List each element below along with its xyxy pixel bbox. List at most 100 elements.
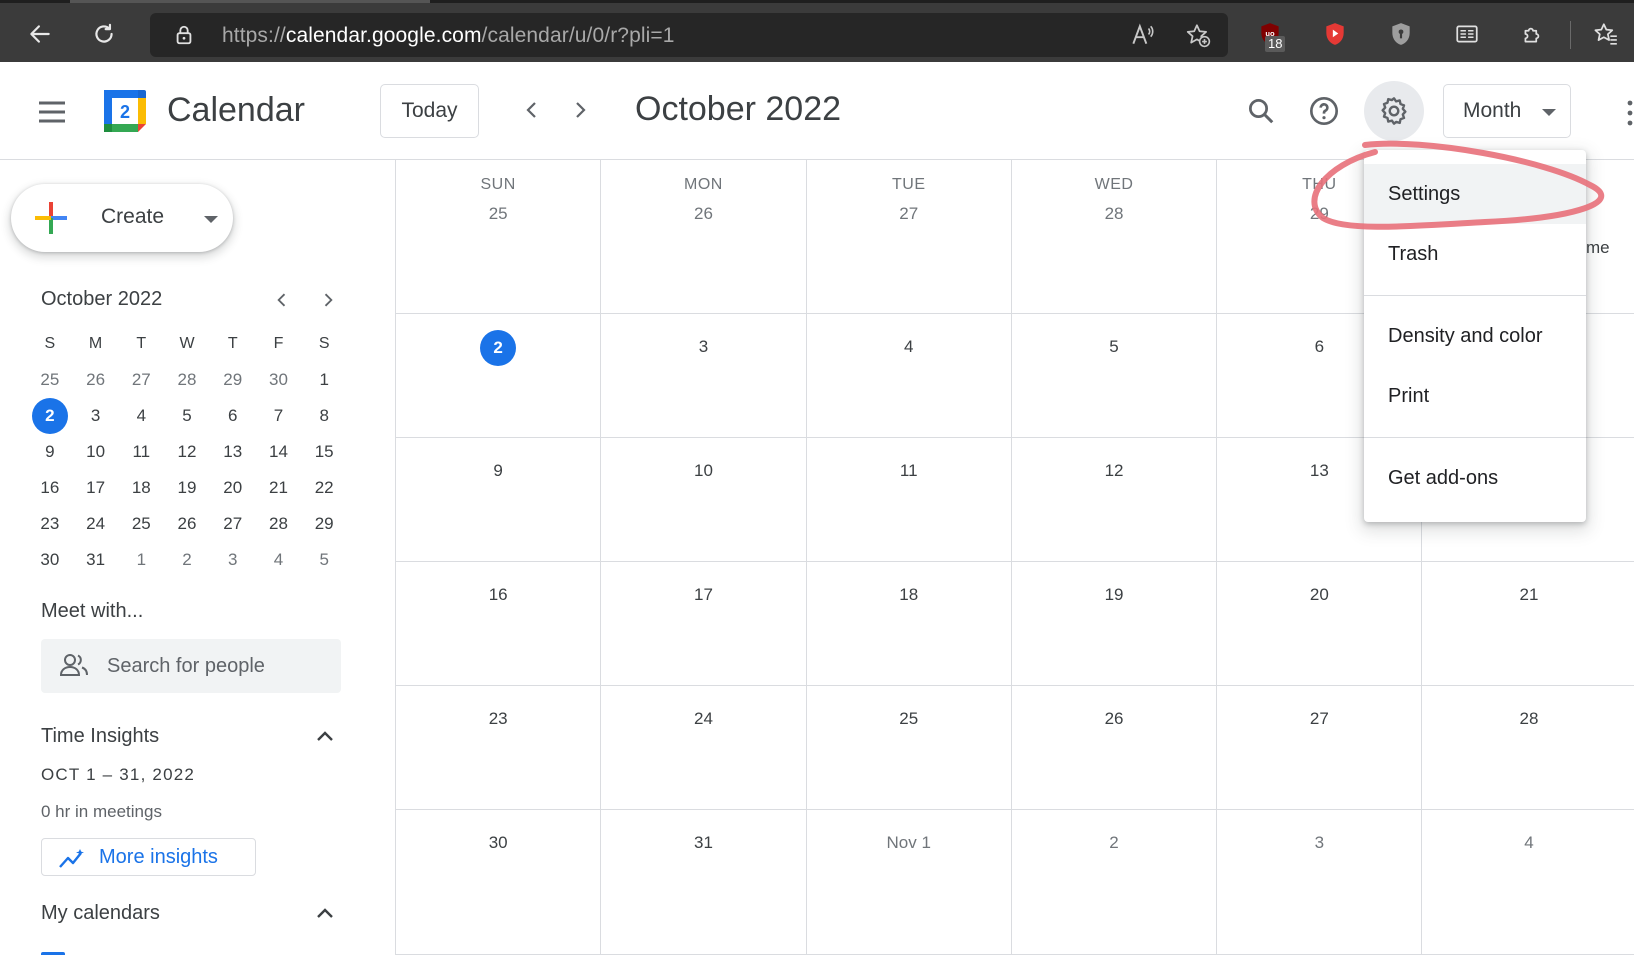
mini-day[interactable]: 5	[301, 542, 347, 578]
day-number[interactable]: 4	[1422, 833, 1634, 853]
day-number[interactable]: 25	[807, 709, 1011, 729]
mini-day[interactable]: 27	[210, 506, 256, 542]
shield-extension-icon[interactable]	[1317, 16, 1353, 52]
mini-day[interactable]: 17	[73, 470, 119, 506]
mini-day[interactable]: 27	[118, 362, 164, 398]
day-number[interactable]: 23	[396, 709, 600, 729]
menu-item-print[interactable]: Print	[1364, 366, 1586, 426]
day-cell[interactable]: 12	[1012, 438, 1218, 561]
prev-month-chevron-left-icon[interactable]	[516, 94, 548, 126]
mini-day[interactable]: 26	[164, 506, 210, 542]
day-cell[interactable]: 2	[1012, 810, 1218, 954]
mini-day[interactable]: 14	[256, 434, 302, 470]
day-number[interactable]: 24	[601, 709, 805, 729]
day-cell[interactable]: 11	[807, 438, 1012, 561]
address-bar[interactable]: https://calendar.google.com/calendar/u/0…	[150, 13, 1228, 57]
mini-day[interactable]: 31	[73, 542, 119, 578]
mini-day[interactable]: 11	[118, 434, 164, 470]
mini-day[interactable]: 16	[27, 470, 73, 506]
day-cell[interactable]: TUE 27	[807, 160, 1012, 313]
mini-day[interactable]: 9	[27, 434, 73, 470]
mini-day[interactable]: 4	[256, 542, 302, 578]
day-cell[interactable]: 19	[1012, 562, 1218, 685]
day-number[interactable]: 19	[1012, 585, 1216, 605]
day-cell[interactable]: 17	[601, 562, 807, 685]
day-number[interactable]: 31	[601, 833, 805, 853]
day-cell[interactable]: 25	[807, 686, 1012, 809]
day-cell[interactable]: 2	[396, 314, 602, 437]
mini-day[interactable]: 29	[301, 506, 347, 542]
menu-item-trash[interactable]: Trash	[1364, 224, 1586, 284]
day-cell[interactable]: 9	[396, 438, 602, 561]
day-number[interactable]: 2	[1012, 833, 1216, 853]
reader-view-icon[interactable]	[1449, 16, 1485, 52]
day-cell[interactable]: 31	[601, 810, 807, 954]
lock-icon[interactable]	[166, 17, 202, 53]
mini-day[interactable]: 22	[301, 470, 347, 506]
day-number[interactable]: 26	[1012, 709, 1216, 729]
day-cell[interactable]: SUN 25	[396, 160, 602, 313]
day-cell[interactable]: WED 28	[1012, 160, 1218, 313]
day-cell[interactable]: 16	[396, 562, 602, 685]
day-cell[interactable]: MON 26	[601, 160, 807, 313]
mini-day[interactable]: 3	[73, 398, 119, 434]
mini-day[interactable]: 3	[210, 542, 256, 578]
day-number[interactable]: 27	[1217, 709, 1421, 729]
more-options-icon[interactable]	[1626, 98, 1634, 128]
search-icon[interactable]	[1240, 90, 1282, 132]
collapse-my-calendars-chevron-up-icon[interactable]	[310, 899, 340, 929]
day-number[interactable]: Nov 1	[807, 833, 1011, 853]
mini-day[interactable]: 23	[27, 506, 73, 542]
day-cell[interactable]: 23	[396, 686, 602, 809]
mini-day[interactable]: 8	[301, 398, 347, 434]
mini-day[interactable]: 30	[27, 542, 73, 578]
mini-day[interactable]: 25	[27, 362, 73, 398]
day-cell[interactable]: 3	[601, 314, 807, 437]
day-number[interactable]: 11	[807, 461, 1011, 481]
day-cell[interactable]: 24	[601, 686, 807, 809]
day-number[interactable]: 9	[396, 461, 600, 481]
day-number[interactable]: 3	[601, 337, 805, 357]
mini-day[interactable]: 5	[164, 398, 210, 434]
day-number[interactable]: 28	[1422, 709, 1634, 729]
mini-day[interactable]: 25	[118, 506, 164, 542]
mini-day[interactable]: 28	[164, 362, 210, 398]
day-cell[interactable]: 27	[1217, 686, 1423, 809]
mini-day[interactable]: 2	[27, 398, 73, 434]
mini-day[interactable]: 4	[118, 398, 164, 434]
today-button[interactable]: Today	[380, 84, 479, 138]
create-button[interactable]: Create	[11, 184, 233, 252]
day-cell[interactable]: 18	[807, 562, 1012, 685]
create-caret-icon[interactable]	[204, 216, 218, 223]
main-menu-icon[interactable]	[34, 94, 70, 130]
add-favorite-icon[interactable]	[1180, 17, 1216, 53]
mini-day[interactable]: 2	[164, 542, 210, 578]
back-arrow-icon[interactable]	[22, 16, 58, 52]
next-month-chevron-right-icon[interactable]	[564, 94, 596, 126]
mini-day[interactable]: 15	[301, 434, 347, 470]
day-number[interactable]: 30	[396, 833, 600, 853]
day-cell[interactable]: 4	[807, 314, 1012, 437]
menu-item-density-and-color[interactable]: Density and color	[1364, 306, 1586, 366]
day-cell[interactable]: 28	[1422, 686, 1634, 809]
mini-next-chevron-right-icon[interactable]	[314, 286, 342, 314]
day-number[interactable]: 18	[807, 585, 1011, 605]
day-cell[interactable]: 4	[1422, 810, 1634, 954]
mini-day[interactable]: 7	[256, 398, 302, 434]
mini-day[interactable]: 20	[210, 470, 256, 506]
mini-day[interactable]: 28	[256, 506, 302, 542]
day-number[interactable]: 28	[1012, 204, 1216, 224]
day-number[interactable]: 16	[396, 585, 600, 605]
day-number[interactable]: 3	[1217, 833, 1421, 853]
day-cell[interactable]: 26	[1012, 686, 1218, 809]
url-text[interactable]: https://calendar.google.com/calendar/u/0…	[222, 24, 675, 48]
help-icon[interactable]	[1303, 90, 1345, 132]
mini-day[interactable]: 12	[164, 434, 210, 470]
day-number[interactable]: 25	[396, 204, 600, 224]
day-number[interactable]: 2	[396, 330, 600, 366]
mini-day[interactable]: 30	[256, 362, 302, 398]
collapse-insights-chevron-up-icon[interactable]	[310, 722, 340, 752]
day-cell[interactable]: 21	[1422, 562, 1634, 685]
mini-day[interactable]: 6	[210, 398, 256, 434]
mini-day[interactable]: 21	[256, 470, 302, 506]
